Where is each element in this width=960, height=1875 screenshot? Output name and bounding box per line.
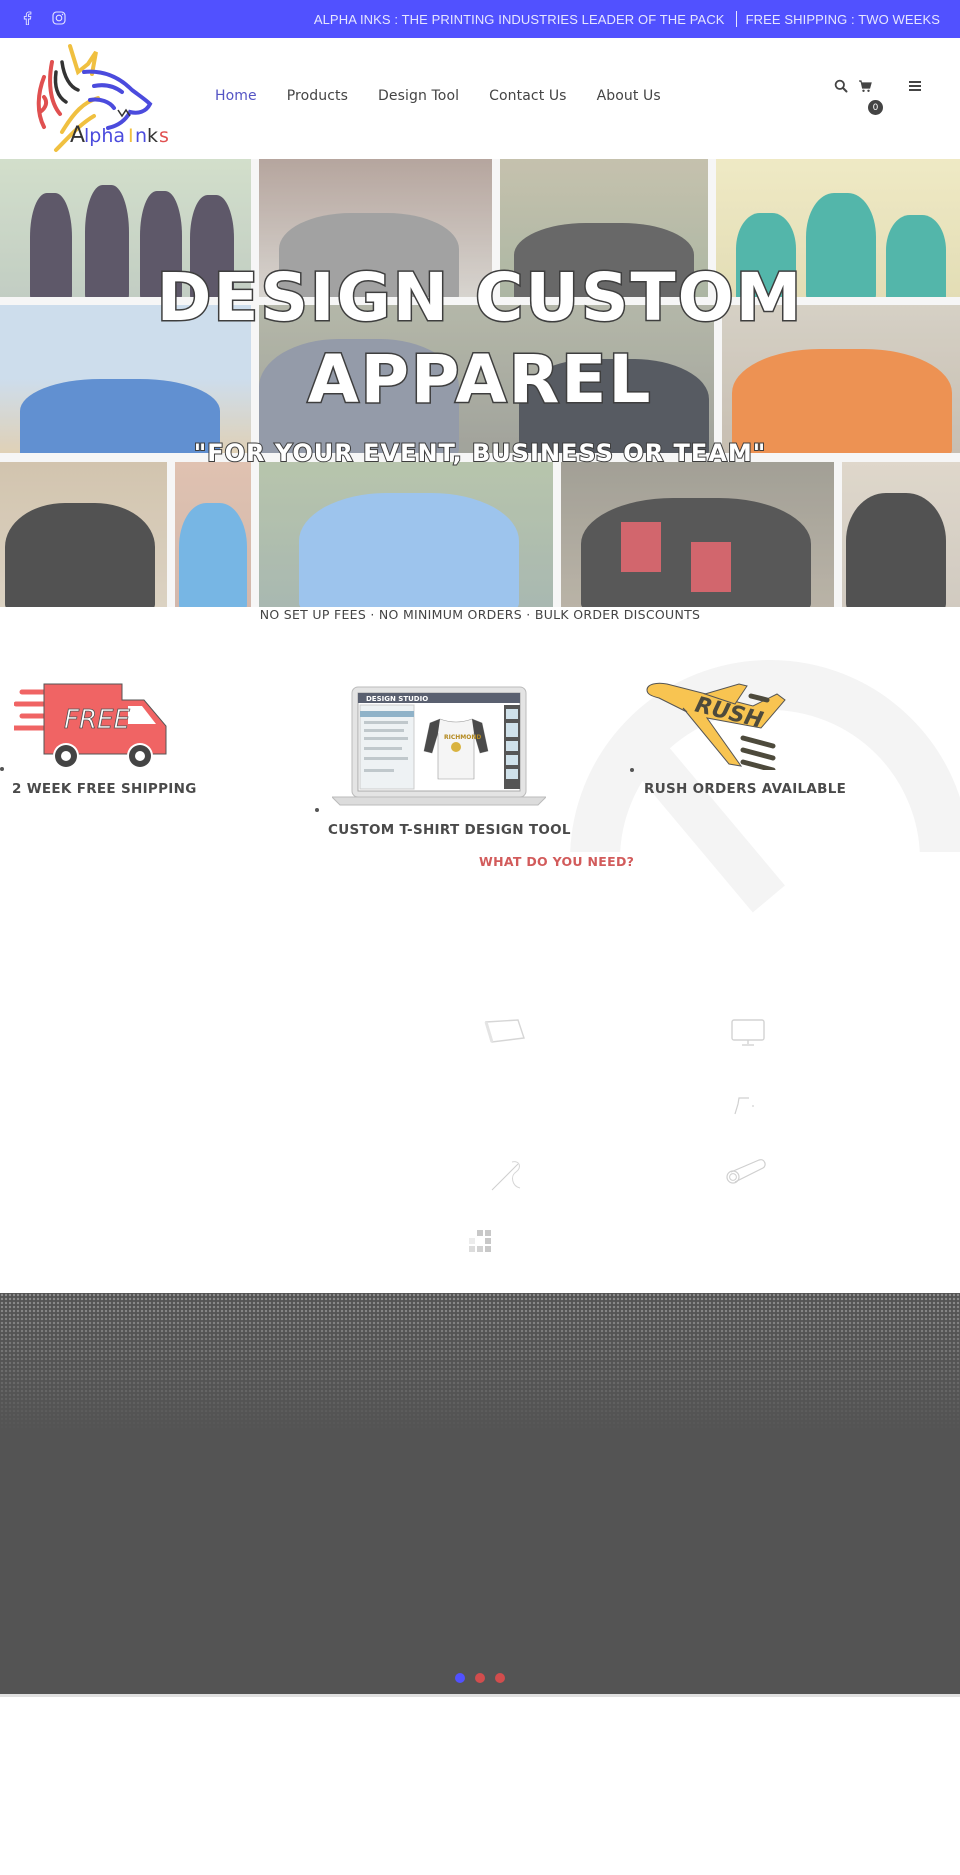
- tablet-icon[interactable]: [484, 1018, 526, 1048]
- svg-text:I: I: [128, 125, 134, 147]
- monitor-icon[interactable]: [730, 1018, 766, 1052]
- nav-about-us[interactable]: About Us: [597, 88, 661, 104]
- instagram-icon[interactable]: [50, 9, 68, 27]
- feature-label: RUSH ORDERS AVAILABLE: [644, 781, 847, 797]
- cart-count-badge: 0: [868, 100, 883, 115]
- header-actions: 0: [834, 78, 924, 118]
- hero-banner[interactable]: DESIGN CUSTOM APPAREL "FOR YOUR EVENT, B…: [0, 159, 960, 607]
- nav-home[interactable]: Home: [215, 88, 257, 104]
- nav-design-tool[interactable]: Design Tool: [378, 88, 459, 104]
- roll-icon[interactable]: [725, 1156, 767, 1190]
- svg-text:DESIGN STUDIO: DESIGN STUDIO: [366, 695, 428, 703]
- photo-red-print: [561, 462, 834, 607]
- testimonial-slider: [0, 1293, 960, 1694]
- design-studio-laptop-icon: DESIGN STUDIO RICHMOND: [330, 685, 548, 813]
- footer-divider: [0, 1694, 960, 1697]
- corner-icon[interactable]: [733, 1096, 757, 1120]
- logo[interactable]: A lpha I n k s: [34, 42, 174, 156]
- svg-text:s: s: [159, 125, 169, 147]
- pixel-grid-icon[interactable]: [468, 1229, 492, 1257]
- photo-love-shirts: [175, 462, 251, 607]
- menu-icon[interactable]: [908, 78, 924, 94]
- hero-title-line2: APPAREL: [306, 340, 653, 420]
- cart-icon[interactable]: [858, 78, 874, 94]
- svg-text:A: A: [70, 123, 85, 148]
- slider-dot-2[interactable]: [475, 1673, 485, 1683]
- slider-dot-3[interactable]: [495, 1673, 505, 1683]
- nav-products[interactable]: Products: [287, 88, 348, 104]
- feature-label: 2 WEEK FREE SHIPPING: [12, 781, 197, 797]
- feature-label: CUSTOM T-SHIRT DESIGN TOOL: [328, 822, 571, 838]
- tagline: ALPHA INKS : THE PRINTING INDUSTRIES LEA…: [314, 11, 940, 27]
- dot-pattern: [0, 1293, 960, 1433]
- svg-text:k: k: [147, 125, 158, 147]
- rush-plane-icon: RUSH: [643, 680, 803, 774]
- facebook-icon[interactable]: [18, 9, 36, 27]
- free-shipping-truck-icon: FREE: [11, 680, 170, 776]
- list-bullet: [0, 767, 4, 771]
- tagline-right: FREE SHIPPING : TWO WEEKS: [745, 11, 940, 27]
- usp-line: NO SET UP FEES · NO MINIMUM ORDERS · BUL…: [259, 607, 701, 622]
- search-icon[interactable]: [834, 78, 850, 94]
- photo-bowling: [259, 462, 553, 607]
- photo-hoodies: [842, 462, 960, 607]
- main-nav: Home Products Design Tool Contact Us Abo…: [215, 88, 691, 104]
- slider-pager: [455, 1673, 505, 1683]
- what-do-you-need-heading: WHAT DO YOU NEED?: [479, 854, 635, 869]
- features-section: FREE 2 WEEK FREE SHIPPING DESIGN STUDIO …: [0, 640, 960, 913]
- svg-text:n: n: [135, 125, 147, 147]
- svg-text:lpha: lpha: [84, 125, 125, 147]
- top-bar: ALPHA INKS : THE PRINTING INDUSTRIES LEA…: [0, 0, 960, 38]
- photo-black-shirts: [0, 462, 167, 607]
- slider-dot-1[interactable]: [455, 1673, 465, 1683]
- tagline-divider: [735, 11, 737, 27]
- svg-text:FREE: FREE: [64, 705, 130, 735]
- feature-free-shipping[interactable]: FREE 2 WEEK FREE SHIPPING: [0, 640, 260, 810]
- needle-thread-icon[interactable]: [490, 1160, 524, 1196]
- feature-design-tool[interactable]: DESIGN STUDIO RICHMOND CUSTOM T-SHIRT DE…: [305, 640, 605, 852]
- nav-contact-us[interactable]: Contact Us: [489, 88, 566, 104]
- svg-text:RICHMOND: RICHMOND: [444, 734, 481, 741]
- list-bullet: [630, 768, 634, 772]
- tagline-left: ALPHA INKS : THE PRINTING INDUSTRIES LEA…: [313, 11, 725, 27]
- social-links: [18, 9, 68, 27]
- feature-rush-orders[interactable]: RUSH RUSH ORDERS AVAILABLE: [625, 640, 925, 810]
- list-bullet: [315, 808, 319, 812]
- hero-title-line1: DESIGN CUSTOM: [155, 258, 804, 338]
- site-header: A lpha I n k s Home Products Design Tool…: [0, 38, 960, 159]
- hero-subtitle: "FOR YOUR EVENT, BUSINESS OR TEAM": [193, 438, 767, 468]
